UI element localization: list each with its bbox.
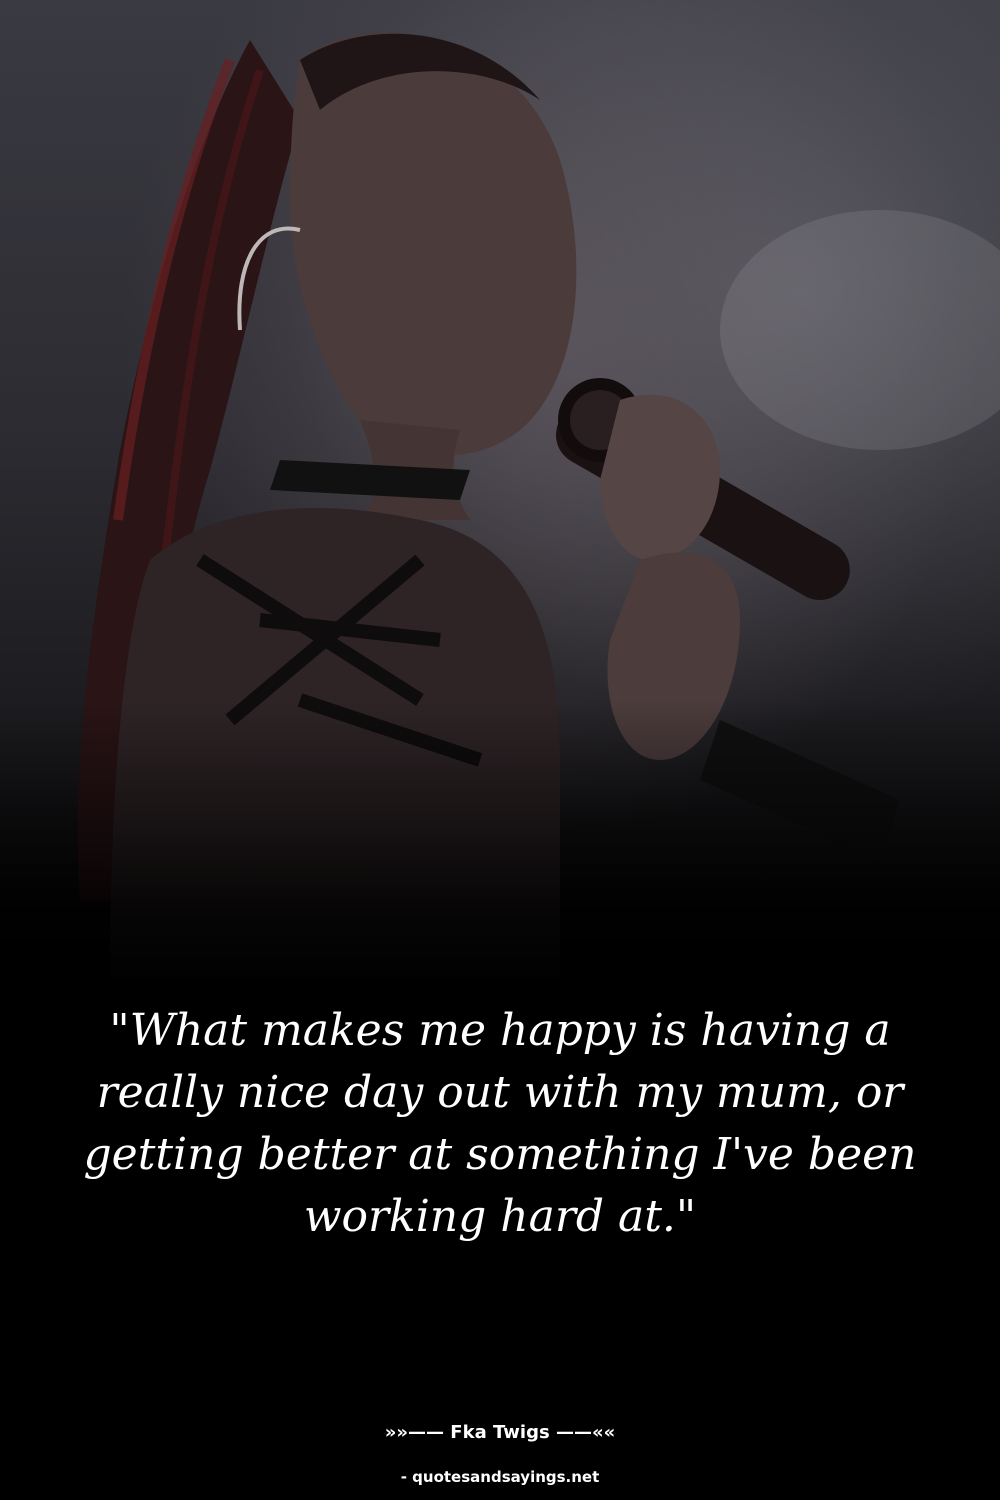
source-credit: - quotesandsayings.net <box>400 1468 600 1486</box>
quote-card: "What makes me happy is having a really … <box>0 0 1000 1500</box>
bottom-fade <box>0 700 1000 1000</box>
author-line: »»—— Fka Twigs ——«« <box>384 1422 616 1443</box>
background-light <box>720 210 1000 450</box>
background-photo <box>0 0 1000 1000</box>
quote-text: "What makes me happy is having a really … <box>83 1005 917 1242</box>
